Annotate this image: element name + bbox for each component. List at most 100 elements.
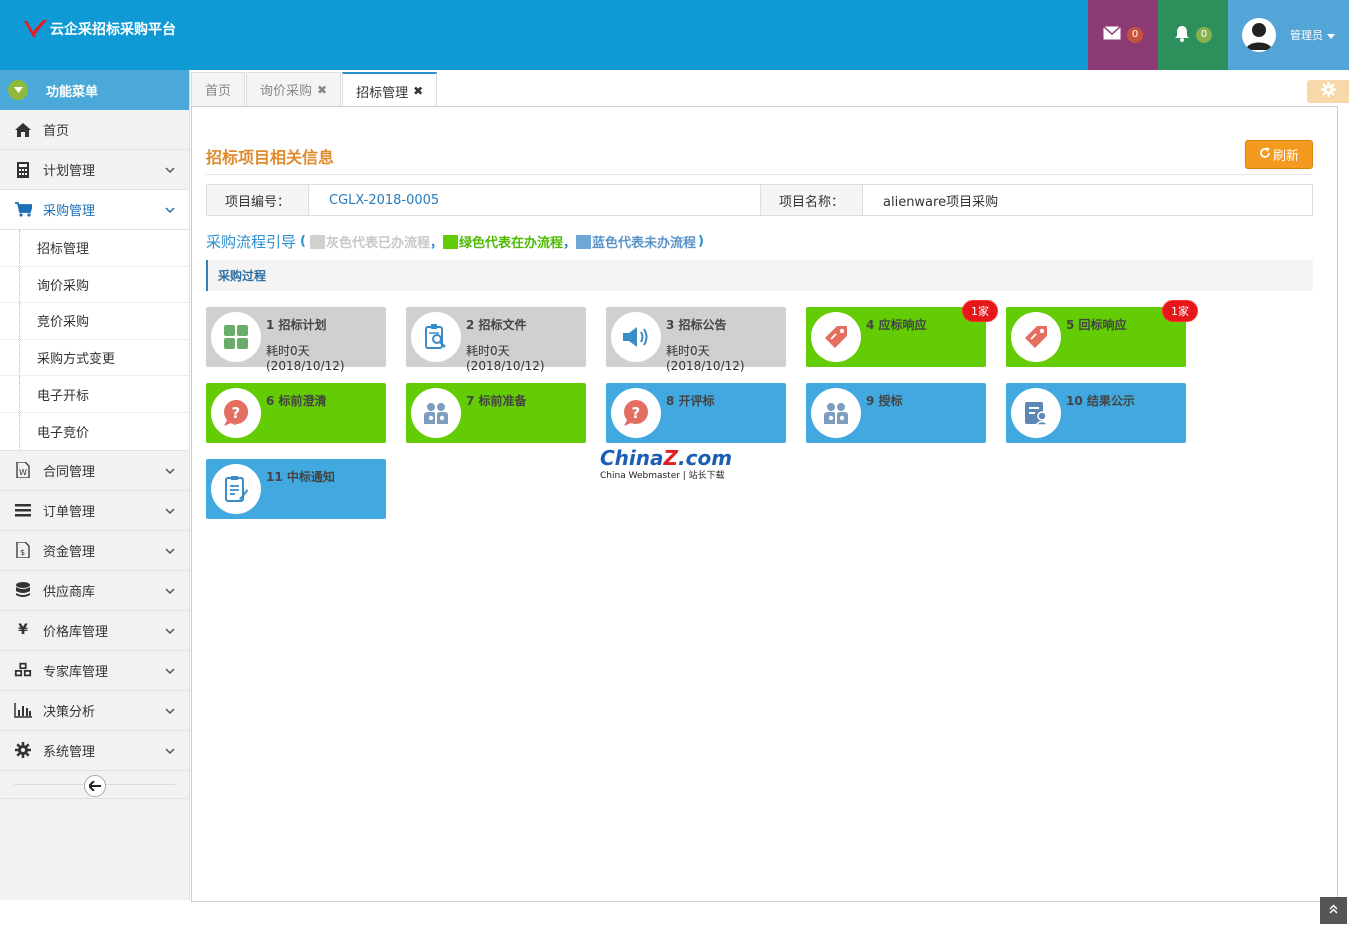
step-title: 11 中标通知: [266, 470, 335, 484]
sidebar-item-system[interactable]: 系统管理: [0, 731, 189, 771]
submenu-item-e-opening[interactable]: 电子开标: [0, 376, 189, 413]
step-duration: 耗时0天(2018/10/12): [466, 344, 545, 373]
guide-legend: ( 灰色代表已办流程 ， 绿色代表在办流程 ， 蓝色代表未办流程 ): [300, 232, 704, 251]
sidebar-item-analytics[interactable]: 决策分析: [0, 691, 189, 731]
chevron-down-icon: [165, 164, 175, 174]
guide-title: 采购流程引导: [206, 233, 297, 251]
sidebar-item-home[interactable]: 首页: [0, 110, 189, 150]
messages-button[interactable]: 0: [1088, 0, 1158, 70]
bell-icon: [1174, 25, 1190, 46]
step-title: 10 结果公示: [1066, 394, 1135, 408]
guide-separator: ，: [429, 236, 443, 251]
back-to-top-button[interactable]: [1320, 897, 1347, 924]
step-card-7[interactable]: 7 标前准备: [406, 383, 586, 443]
sidebar-item-label: 系统管理: [43, 744, 96, 760]
svg-text:?: ?: [632, 404, 641, 422]
sidebar-item-plan[interactable]: 计划管理: [0, 150, 189, 190]
chevron-down-circle-icon[interactable]: [8, 80, 28, 100]
user-card-icon: [1011, 388, 1061, 438]
step-card-9[interactable]: 9 授标: [806, 383, 986, 443]
sidebar-item-experts[interactable]: 专家库管理: [0, 651, 189, 691]
gear-icon: [14, 741, 32, 759]
user-menu[interactable]: 管理员: [1228, 0, 1349, 70]
close-icon[interactable]: ✖: [413, 84, 423, 98]
sidebar-item-label: 首页: [43, 124, 70, 139]
sidebar-item-label: 计划管理: [43, 164, 96, 179]
step-card-10[interactable]: 10 结果公示: [1006, 383, 1186, 443]
logo[interactable]: 云企采招标采购平台: [22, 18, 176, 40]
step-title: 4 应标响应: [866, 318, 927, 332]
section-title: 招标项目相关信息: [206, 148, 335, 167]
sidebar: 功能菜单 首页 计划管理 采购管理 招标管理 询价采购 竞价采购 采购方式变更 …: [0, 70, 190, 900]
sidebar-item-label: 合同管理: [43, 464, 96, 480]
tab-home[interactable]: 首页: [191, 72, 246, 106]
step-card-1[interactable]: 1 招标计划 耗时0天(2018/10/12): [206, 307, 386, 373]
watermark-brand-part: .com: [678, 446, 733, 470]
sidebar-item-label: 订单管理: [43, 504, 96, 520]
user-name: 管理员: [1290, 29, 1323, 42]
tag-icon: [811, 312, 861, 362]
tag-icon: [1011, 312, 1061, 362]
chevron-down-icon: [165, 204, 175, 214]
sidebar-collapse-row: [0, 771, 189, 799]
step-card-11[interactable]: 11 中标通知: [206, 459, 386, 519]
guide-paren-open: (: [300, 234, 306, 249]
submenu-item-e-auction[interactable]: 电子竞价: [0, 412, 189, 450]
sidebar-item-procurement[interactable]: 采购管理: [0, 190, 189, 230]
sidebar-item-label: 决策分析: [43, 704, 96, 720]
guide-paren-close: ): [698, 234, 704, 249]
step-card-4[interactable]: 4 应标响应 1家: [806, 300, 998, 367]
step-title: 2 招标文件: [466, 318, 527, 332]
tab-tender[interactable]: 招标管理 ✖: [342, 72, 438, 108]
project-info-table: 项目编号： CGLX-2018-0005 项目名称： alienware项目采购: [206, 184, 1313, 216]
step-duration: 耗时0天(2018/10/12): [666, 344, 745, 373]
step-card-8[interactable]: ? 8 开评标: [606, 383, 786, 443]
step-title: 5 回标响应: [1066, 318, 1127, 332]
sidebar-item-price-library[interactable]: ¥ 价格库管理: [0, 611, 189, 651]
step-card-6[interactable]: ? 6 标前澄清: [206, 383, 386, 443]
main-panel: 招标项目相关信息 刷新 项目编号： CGLX-2018-0005 项目名称： a…: [191, 106, 1338, 902]
sidebar-item-label: 采购管理: [43, 204, 96, 219]
arrow-left-icon[interactable]: [84, 774, 106, 797]
submenu-item-bidding[interactable]: 竞价采购: [0, 303, 189, 340]
sidebar-item-suppliers[interactable]: 供应商库: [0, 571, 189, 611]
tab-label: 首页: [205, 84, 232, 99]
settings-gear-button[interactable]: [1307, 80, 1349, 103]
step-title: 8 开评标: [666, 394, 715, 408]
sidebar-item-label: 专家库管理: [43, 664, 109, 680]
chevron-down-icon: [165, 465, 175, 475]
speaker-icon: [611, 312, 661, 362]
chevron-down-icon: [165, 585, 175, 595]
refresh-icon: [1259, 146, 1271, 163]
menu-title: 功能菜单: [46, 84, 99, 100]
watermark-brand-part: China: [600, 446, 664, 470]
process-guide: 采购流程引导 ( 灰色代表已办流程 ， 绿色代表在办流程 ， 蓝色代表未办流程 …: [206, 231, 704, 252]
watermark-tagline: China Webmaster | 站长下载: [600, 471, 725, 481]
notifications-button[interactable]: 0: [1158, 0, 1228, 70]
menu-header[interactable]: 功能菜单: [0, 70, 189, 110]
close-icon[interactable]: ✖: [317, 83, 327, 97]
submenu-item-method-change[interactable]: 采购方式变更: [0, 339, 189, 377]
sidebar-item-funds[interactable]: $ 资金管理: [0, 531, 189, 571]
legend-green-text: 绿色代表在办流程: [459, 236, 564, 251]
step-card-5[interactable]: 5 回标响应 1家: [1006, 300, 1198, 367]
refresh-button[interactable]: 刷新: [1245, 140, 1313, 169]
sidebar-item-contract[interactable]: W 合同管理: [0, 451, 189, 491]
step-card-3[interactable]: 3 招标公告 耗时0天(2018/10/12): [606, 307, 786, 373]
gear-icon: [1320, 82, 1336, 101]
project-name-value: alienware项目采购: [883, 194, 999, 210]
submenu-item-tender[interactable]: 招标管理: [0, 230, 189, 267]
step-count-badge: 1家: [1162, 300, 1198, 322]
step-title: 9 授标: [866, 394, 903, 408]
svg-text:$: $: [20, 548, 25, 557]
step-card-2[interactable]: 2 招标文件 耗时0天(2018/10/12): [406, 307, 586, 373]
home-icon: [14, 121, 32, 139]
submenu-item-inquiry[interactable]: 询价采购: [0, 266, 189, 304]
watermark-brand: ChinaZ.com: [600, 446, 750, 470]
tab-inquiry[interactable]: 询价采购 ✖: [246, 72, 342, 106]
tab-label: 招标管理: [356, 85, 409, 101]
avatar: [1242, 18, 1276, 52]
sidebar-item-order[interactable]: 订单管理: [0, 491, 189, 531]
procurement-submenu: 招标管理 询价采购 竞价采购 采购方式变更 电子开标 电子竞价: [0, 230, 189, 451]
chevron-down-icon: [165, 505, 175, 515]
